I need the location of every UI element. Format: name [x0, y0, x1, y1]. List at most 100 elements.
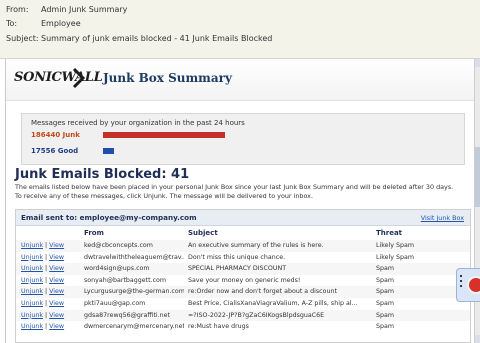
row-actions: Unjunk | View: [21, 298, 75, 310]
notification-badge-icon[interactable]: [467, 276, 480, 294]
table-row: Unjunk | View pkti7auu@gap.com Best Pric…: [16, 298, 470, 310]
separator: |: [45, 323, 48, 331]
row-actions: Unjunk | View: [21, 275, 75, 287]
separator: |: [45, 276, 48, 284]
unjunk-link[interactable]: Unjunk: [21, 265, 43, 272]
subject-label: Subject:: [6, 34, 39, 43]
threat-cell: Spam: [376, 276, 394, 284]
subject-cell: =?ISO-2022-JP?B?gZaC6IKogsBlpdsguaC6E: [188, 311, 325, 319]
unjunk-link[interactable]: Unjunk: [21, 277, 43, 284]
subject-cell: re:Must have drugs: [188, 323, 249, 331]
description-line: The emails listed below have been placed…: [15, 183, 454, 191]
junk-table: Email sent to: employee@my-company.com V…: [15, 209, 471, 343]
to-row: To: Employee: [6, 18, 81, 29]
threat-cell: Spam: [376, 311, 394, 319]
row-actions: Unjunk | View: [21, 321, 75, 333]
table-row: Unjunk | View Lycurgusurge@the-german.co…: [16, 286, 470, 298]
row-actions: Unjunk | View: [21, 252, 75, 264]
col-header-subject: Subject: [188, 229, 218, 237]
table-row: Unjunk | View ked@cbconcepts.com An exec…: [16, 240, 470, 252]
from-row: From: Admin Junk Summary: [6, 4, 127, 15]
chevron-right-icon: [72, 67, 86, 89]
unjunk-link[interactable]: Unjunk: [21, 242, 43, 249]
good-bar: [103, 148, 115, 154]
threat-cell: Likely Spam: [376, 253, 415, 261]
to-label: To:: [6, 19, 18, 28]
row-actions: Unjunk | View: [21, 240, 75, 252]
separator: |: [45, 299, 48, 307]
from-cell: dwtravelwiththeleaguem@trav...: [84, 253, 184, 261]
row-actions: Unjunk | View: [21, 263, 75, 275]
separator: |: [45, 253, 48, 261]
subject-cell: Best Price, CialisXanaViagraValium, A-Z …: [188, 299, 358, 307]
message-stats-panel: Messages received by your organization i…: [21, 113, 465, 165]
view-link[interactable]: View: [49, 254, 64, 261]
threat-cell: Spam: [376, 265, 394, 273]
scroll-thumb[interactable]: [475, 147, 480, 207]
unjunk-link[interactable]: Unjunk: [21, 312, 43, 319]
table-row: Unjunk | View dwmercenarym@mercenary.net…: [16, 321, 470, 333]
table-row: Unjunk | View gdsa87rewq56@graffiti.net …: [16, 309, 470, 322]
blocked-heading: Junk Emails Blocked: 41: [15, 167, 190, 182]
subject-cell: SPECIAL PHARMACY DISCOUNT: [188, 265, 287, 273]
from-cell: Lycurgusurge@the-german.com: [84, 288, 184, 296]
separator: |: [45, 288, 48, 296]
threat-cell: Spam: [376, 323, 394, 331]
unjunk-link[interactable]: Unjunk: [21, 254, 43, 261]
subject-cell: Don't miss this unique chance.: [188, 253, 286, 261]
from-cell: word4sign@ups.com: [84, 265, 150, 273]
subject-value: Summary of junk emails blocked - 41 Junk…: [41, 34, 273, 43]
view-link[interactable]: View: [49, 288, 64, 295]
email-header: From: Admin Junk Summary To: Employee Subj…: [0, 0, 480, 59]
separator: |: [45, 265, 48, 273]
view-link[interactable]: View: [49, 265, 64, 272]
blocked-description: The emails listed below have been placed…: [15, 183, 473, 200]
unjunk-link[interactable]: Unjunk: [21, 288, 43, 295]
from-cell: pkti7auu@gap.com: [84, 299, 146, 307]
scroll-down-arrow-icon[interactable]: [475, 335, 480, 343]
threat-cell: Spam: [376, 299, 394, 307]
view-link[interactable]: View: [49, 323, 64, 330]
view-link[interactable]: View: [49, 242, 64, 249]
col-header-threat: Threat: [376, 229, 403, 237]
sent-to-label: Email sent to: employee@my-company.com: [21, 213, 197, 222]
description-line: To receive any of these messages, click …: [15, 191, 313, 200]
good-count: 17556 Good: [31, 147, 79, 155]
email-body: SONICWALL Junk Box Summary Messages rece…: [5, 59, 474, 343]
stats-caption: Messages received by your organization i…: [31, 119, 245, 127]
threat-cell: Likely Spam: [376, 242, 415, 249]
view-link[interactable]: View: [49, 277, 64, 284]
threat-cell: Spam: [376, 288, 394, 296]
unjunk-link[interactable]: Unjunk: [21, 323, 43, 330]
floating-notification-widget[interactable]: [456, 268, 480, 302]
table-row: Unjunk | View dwtravelwiththeleaguem@tra…: [16, 252, 470, 264]
from-value: Admin Junk Summary: [41, 5, 128, 14]
subject-row: Subject: Summary of junk emails blocked -…: [6, 33, 272, 44]
unjunk-link[interactable]: Unjunk: [21, 300, 43, 307]
sonicwall-logo: SONICWALL: [14, 70, 103, 85]
sent-to-bar: Email sent to: employee@my-company.com V…: [16, 210, 470, 226]
from-label: From:: [6, 5, 29, 14]
view-link[interactable]: View: [49, 312, 64, 319]
scroll-up-arrow-icon[interactable]: [475, 59, 480, 67]
view-link[interactable]: View: [49, 300, 64, 307]
from-cell: sonyah@bartbaggett.com: [84, 276, 167, 284]
to-value: Employee: [41, 19, 81, 28]
junk-count: 186440 Junk: [31, 131, 80, 139]
row-actions: Unjunk | View: [21, 310, 75, 322]
visit-junk-box-link[interactable]: Visit Junk Box: [421, 214, 464, 222]
separator: |: [45, 242, 48, 249]
table-row: Unjunk | View sonyah@bartbaggett.com Sav…: [16, 275, 470, 287]
table-rows: Unjunk | View ked@cbconcepts.com An exec…: [16, 240, 470, 333]
from-cell: dwmercenarym@mercenary.net: [84, 323, 184, 331]
table-row: Unjunk | View word4sign@ups.com SPECIAL …: [16, 263, 470, 275]
page-title: Junk Box Summary: [103, 71, 232, 85]
drag-handle-icon[interactable]: [460, 275, 464, 290]
from-cell: gdsa87rewq56@graffiti.net: [84, 311, 171, 319]
brand-banner: SONICWALL Junk Box Summary: [6, 59, 474, 101]
subject-cell: An executive summary of the rules is her…: [188, 242, 324, 249]
col-header-from: From: [84, 229, 104, 237]
junk-bar: [103, 132, 225, 138]
subject-cell: Save your money on generic meds!: [188, 276, 301, 284]
from-cell: ked@cbconcepts.com: [84, 242, 153, 249]
